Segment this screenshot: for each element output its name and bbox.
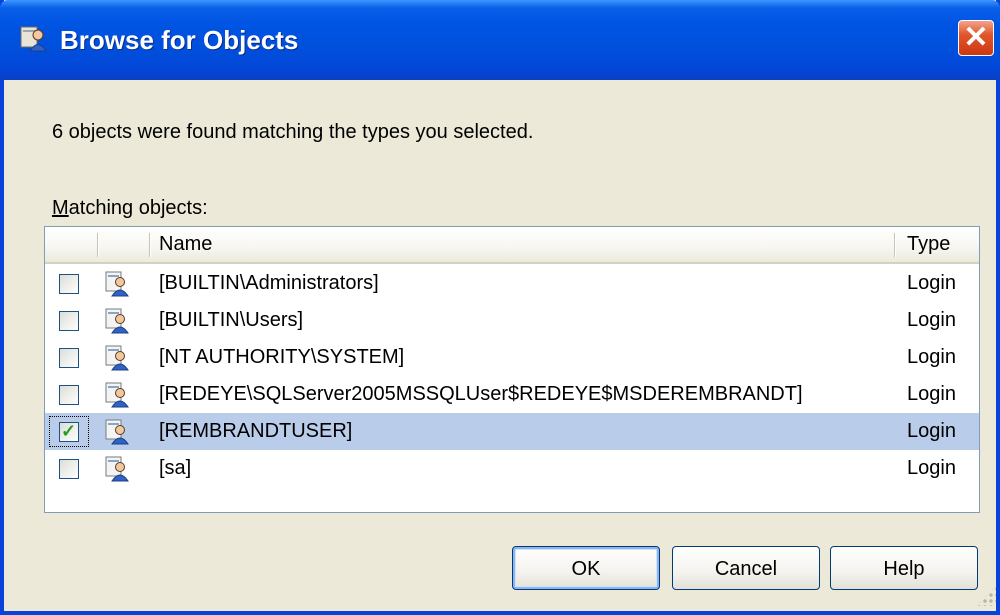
row-type: Login	[907, 272, 956, 294]
checkmark-icon: ✓	[61, 421, 77, 441]
resize-grip-icon[interactable]	[976, 586, 996, 606]
title-bar[interactable]: Browse for Objects ✕	[0, 0, 1000, 80]
cancel-button[interactable]: Cancel	[672, 546, 820, 590]
close-icon: ✕	[963, 21, 989, 54]
column-header-name[interactable]: Name	[159, 227, 889, 262]
row-name: [REMBRANDTUSER]	[159, 420, 353, 442]
browse-for-objects-dialog: Browse for Objects ✕ 6 objects were foun…	[0, 0, 1000, 615]
row-name: [BUILTIN\Administrators]	[159, 272, 379, 294]
column-header-icon[interactable]	[98, 227, 150, 262]
login-user-icon	[105, 308, 129, 334]
row-checkbox[interactable]	[59, 459, 79, 479]
label-text: atching objects:	[68, 197, 208, 219]
row-name: [BUILTIN\Users]	[159, 309, 304, 331]
window-title: Browse for Objects	[60, 25, 299, 55]
row-checkbox[interactable]	[59, 348, 79, 368]
row-checkbox[interactable]	[59, 385, 79, 405]
column-divider[interactable]	[894, 233, 895, 257]
row-checkbox[interactable]	[59, 274, 79, 294]
row-type: Login	[907, 383, 956, 405]
row-type: Login	[907, 309, 956, 331]
list-header: Name Type	[45, 227, 979, 264]
help-button[interactable]: Help	[830, 546, 978, 590]
browse-objects-icon	[20, 26, 47, 52]
login-user-icon	[105, 345, 129, 371]
close-button[interactable]: ✕	[958, 20, 994, 56]
row-name: [REDEYE\SQLServer2005MSSQLUser$REDEYE$MS…	[159, 383, 803, 405]
list-row[interactable]: [REDEYE\SQLServer2005MSSQLUser$REDEYE$MS…	[45, 376, 979, 413]
list-row[interactable]: [NT AUTHORITY\SYSTEM] Login	[45, 339, 979, 376]
row-checkbox-checked[interactable]: ✓	[59, 421, 79, 442]
row-checkbox[interactable]	[59, 311, 79, 331]
ok-button[interactable]: OK	[512, 546, 660, 590]
row-type: Login	[907, 420, 956, 442]
column-divider[interactable]	[149, 233, 150, 257]
column-header-check[interactable]	[45, 227, 97, 262]
login-user-icon	[105, 382, 129, 408]
list-row[interactable]: [BUILTIN\Users] Login	[45, 302, 979, 339]
result-message: 6 objects were found matching the types …	[52, 121, 534, 143]
row-name: [sa]	[159, 457, 192, 479]
login-user-icon	[105, 271, 129, 297]
row-type: Login	[907, 346, 956, 368]
list-row[interactable]: [sa] Login	[45, 450, 979, 487]
column-header-type[interactable]: Type	[907, 227, 977, 262]
matching-objects-label: Matching objects:	[52, 196, 208, 220]
list-row-selected[interactable]: ✓ [REMBRANDTUSER] Login	[45, 413, 979, 450]
list-row[interactable]: [BUILTIN\Administrators] Login	[45, 265, 979, 302]
login-user-icon	[105, 456, 129, 482]
matching-objects-list[interactable]: Name Type [BUILTIN\Administrators] Login	[44, 226, 980, 513]
label-accelerator: M	[52, 197, 69, 219]
login-user-icon	[105, 419, 129, 445]
row-type: Login	[907, 457, 956, 479]
row-name: [NT AUTHORITY\SYSTEM]	[159, 346, 405, 368]
